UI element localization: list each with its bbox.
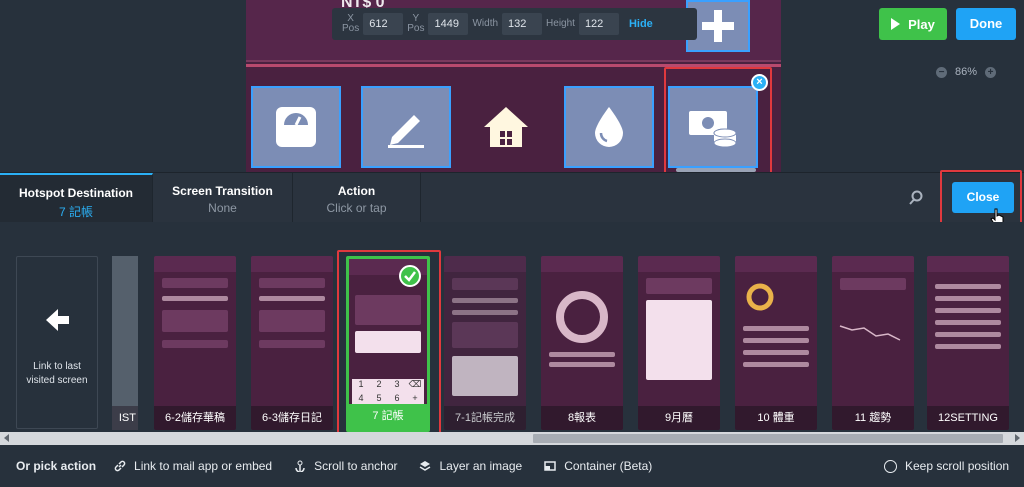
tab-subtitle: Click or tap [326,201,387,215]
screen-thumbnail-selected[interactable]: 1 2 3 ⌫ 4 5 6 + 7 記帳 [346,256,430,432]
tab-action[interactable]: Action Click or tap [293,173,421,223]
close-button[interactable]: Close [952,182,1014,213]
keep-scroll-position[interactable]: Keep scroll position [884,459,1009,473]
screen-thumbnail[interactable]: 12SETTING [927,256,1009,430]
scroll-to-anchor-action[interactable]: Scroll to anchor [294,459,397,473]
screen-label: 7 記帳 [349,404,427,429]
width-input[interactable]: 132 [502,13,543,35]
layer-image-action[interactable]: Layer an image [419,459,522,473]
x-pos-label: X Pos [342,13,360,34]
screen-label: 12SETTING [927,406,1009,430]
hide-button[interactable]: Hide [629,18,653,30]
design-canvas[interactable]: NT$ 0 × X Pos 612 Y Pos 1449 Width 132 Hei… [0,0,1024,180]
screen-thumbnail[interactable]: 7-1記帳完成 [444,256,526,430]
tab-hotspot-destination[interactable]: Hotspot Destination 7 記帳 [0,173,153,223]
screen-thumbnail[interactable]: 9月曆 [638,256,720,430]
x-pos-input[interactable]: 612 [363,13,404,35]
screen-thumbnail[interactable]: 6-2儲存華稿 [154,256,236,430]
action-label: Scroll to anchor [314,459,398,473]
play-label: Play [908,16,935,32]
tab-subtitle: 7 記帳 [58,205,93,219]
screen-picker: Link to last visited screen IST 6-2儲存華稿 … [0,222,1024,444]
link-to-last-label: Link to last visited screen [26,361,88,386]
action-label: Container (Beta) [564,459,653,473]
screen-label: 6-3儲存日記 [251,406,333,430]
screen-label: 11 趨勢 [832,406,914,430]
tab-title: Action [337,184,376,198]
link-icon [114,460,126,472]
layers-icon [420,461,431,471]
hotspot-water[interactable] [564,86,654,168]
home-icon [484,107,528,147]
checkmark-icon [399,265,421,287]
y-pos-input[interactable]: 1449 [428,13,469,35]
hotspot-edit[interactable] [361,86,451,168]
hotspot-weight[interactable] [251,86,341,168]
keep-scroll-label: Keep scroll position [905,459,1010,473]
number-keypad: 1 2 3 ⌫ 4 5 6 + [352,379,424,405]
scale-icon [276,107,316,147]
hotspot-tabs: Hotspot Destination 7 記帳 Screen Transiti… [0,172,1024,223]
back-arrow-icon [46,309,69,331]
screen-thumbnail[interactable]: IST [112,256,138,430]
zoom-level: 86% [955,66,978,78]
screen-label: 8報表 [541,406,623,430]
tab-screen-transition[interactable]: Screen Transition None [153,173,293,223]
search-icon[interactable] [908,190,924,206]
screen-thumbnail[interactable]: 11 趨勢 [832,256,914,430]
or-pick-action-label: Or pick action [16,459,97,473]
zoom-out-icon[interactable]: − [936,66,947,78]
screen-label: 10 體重 [735,406,817,430]
link-mail-action[interactable]: Link to mail app or embed [114,459,272,473]
y-pos-label: Y Pos [407,13,425,34]
pick-action-bar: Or pick action Link to mail app or embed… [0,445,1024,487]
height-label: Height [546,18,575,29]
play-icon [891,18,901,30]
scroll-left-icon[interactable] [4,434,9,442]
pencil-icon [388,115,424,148]
container-icon [544,461,556,471]
plus-icon [702,10,734,42]
link-to-last-screen[interactable]: Link to last visited screen [16,256,98,429]
zoom-control: − 86% + [936,64,1016,80]
width-label: Width [472,18,499,29]
done-button[interactable]: Done [956,8,1016,40]
water-drop-icon [595,107,623,147]
position-toolbar: X Pos 612 Y Pos 1449 Width 132 Height 122 … [332,8,697,40]
action-label: Link to mail app or embed [134,459,273,473]
screen-label: 9月曆 [638,406,720,430]
scrollbar-thumb[interactable] [533,434,1003,443]
zoom-in-icon[interactable]: + [985,66,997,78]
tab-title: Screen Transition [172,184,273,198]
home-button[interactable] [461,86,551,168]
tab-subtitle: None [208,201,237,215]
screen-thumbnail[interactable]: 8報表 [541,256,623,430]
scroll-right-icon[interactable] [1015,434,1020,442]
screen-label: 7-1記帳完成 [444,406,526,430]
tab-title: Hotspot Destination [19,186,133,200]
screen-thumbnail[interactable]: 10 體重 [735,256,817,430]
remove-hotspot-icon[interactable]: × [751,74,768,91]
screen-thumbnail[interactable]: 6-3儲存日記 [251,256,333,430]
anchor-icon [295,460,305,472]
container-action[interactable]: Container (Beta) [544,459,652,473]
height-input[interactable]: 122 [578,13,619,35]
screen-label: IST [112,406,138,430]
screen-label: 6-2儲存華稿 [154,406,236,430]
play-button[interactable]: Play [879,8,947,40]
action-label: Layer an image [439,459,523,473]
horizontal-scrollbar[interactable] [0,432,1024,445]
radio-icon[interactable] [884,459,897,473]
